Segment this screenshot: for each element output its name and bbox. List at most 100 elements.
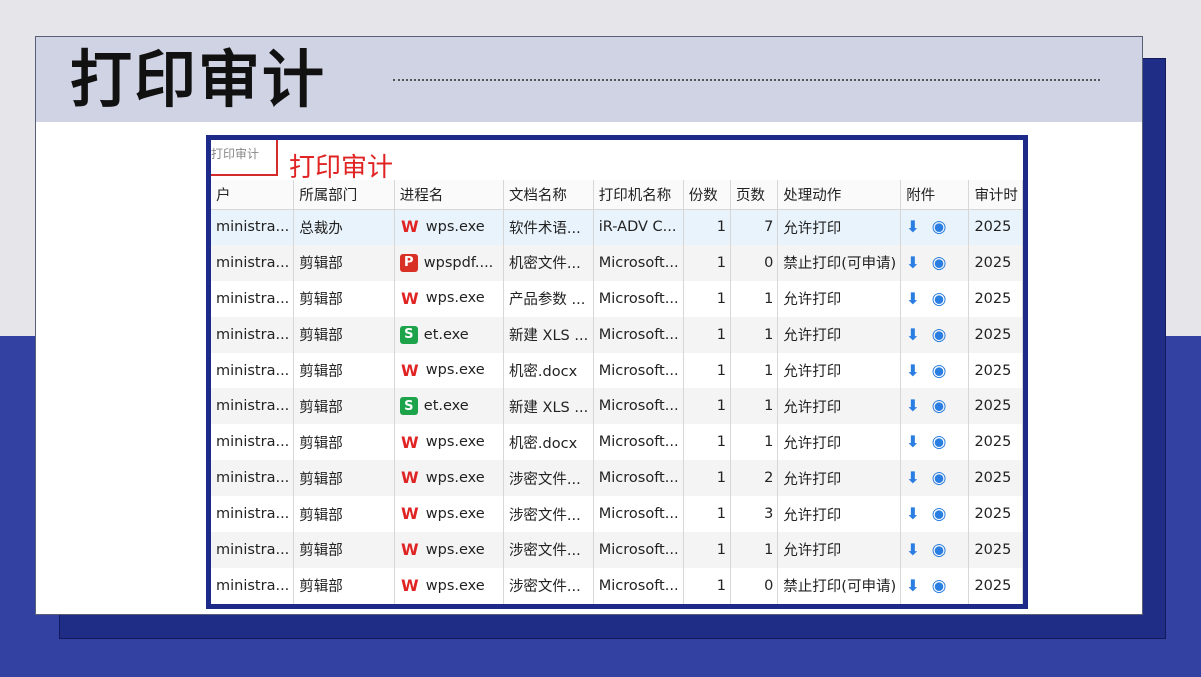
eye-icon[interactable]: ◉ xyxy=(932,576,947,596)
cell-attachment: ⬇ ◉ xyxy=(900,388,970,425)
download-icon[interactable]: ⬇ xyxy=(906,217,919,236)
download-icon[interactable]: ⬇ xyxy=(906,468,919,487)
cell-printer: iR-ADV C... xyxy=(593,209,684,245)
cell-process: Wwps.exe xyxy=(394,567,504,604)
download-icon[interactable]: ⬇ xyxy=(906,325,919,344)
et-icon: S xyxy=(399,397,418,416)
cell-dept: 剪辑部 xyxy=(293,532,395,568)
cell-time: 2025 xyxy=(968,316,1023,353)
wps-icon: W xyxy=(400,288,419,308)
cell-process: Wwps.exe xyxy=(394,460,504,497)
cell-dept: 总裁办 xyxy=(293,209,395,245)
cell-user: ministra... xyxy=(211,316,295,353)
column-header-copies[interactable]: 份数 xyxy=(683,180,732,210)
column-header-dept[interactable]: 所属部门 xyxy=(293,180,395,210)
cell-printer: Microsoft... xyxy=(593,316,684,353)
table-row[interactable]: ministra... 剪辑部 Wwps.exe 涉密文件... Microsoft..… xyxy=(211,496,1023,533)
cell-action: 允许打印 xyxy=(777,316,902,353)
process-name: wps.exe xyxy=(425,469,485,486)
table-row[interactable]: ministra... 剪辑部 Wwps.exe 涉密文件... Microsoft..… xyxy=(211,532,1023,568)
cell-pages: 1 xyxy=(730,280,779,317)
et-icon: S xyxy=(399,325,418,344)
cell-pages: 1 xyxy=(730,424,779,461)
download-icon[interactable]: ⬇ xyxy=(906,253,919,272)
eye-icon[interactable]: ◉ xyxy=(932,432,947,452)
table-row[interactable]: ministra... 剪辑部 Pwpspdf.... 机密文件... Microsof… xyxy=(211,244,1023,281)
eye-icon[interactable]: ◉ xyxy=(932,253,947,273)
cell-action: 禁止打印(可申请) xyxy=(777,244,902,281)
eye-icon[interactable]: ◉ xyxy=(932,396,947,416)
cell-process: Wwps.exe xyxy=(394,280,504,317)
column-header-attachment[interactable]: 附件 xyxy=(900,180,970,210)
cell-dept: 剪辑部 xyxy=(293,316,395,353)
cell-dept: 剪辑部 xyxy=(293,424,395,461)
cell-dept: 剪辑部 xyxy=(293,244,395,281)
wps-icon: W xyxy=(400,576,419,596)
eye-icon[interactable]: ◉ xyxy=(932,217,947,237)
tab-print-audit[interactable]: 打印审计 xyxy=(211,140,278,176)
table-row[interactable]: ministra... 剪辑部 Set.exe 新建 XLS ... Microsoft… xyxy=(211,316,1023,353)
eye-icon[interactable]: ◉ xyxy=(932,361,947,381)
download-icon[interactable]: ⬇ xyxy=(906,432,919,451)
pdf-icon: P xyxy=(399,253,418,272)
table-row[interactable]: ministra... 剪辑部 Wwps.exe 涉密文件... Microsoft..… xyxy=(211,567,1023,604)
process-name: wps.exe xyxy=(425,505,485,522)
eye-icon[interactable]: ◉ xyxy=(932,325,947,345)
column-header-user[interactable]: 户 xyxy=(211,180,295,210)
process-name: wpspdf.... xyxy=(423,254,494,271)
cell-copies: 1 xyxy=(683,209,732,245)
slide-card: 打印审计 打印审计 打印审计 户 所属部门 进程名 文档名称 打印机名称 份数 xyxy=(35,36,1143,615)
download-icon[interactable]: ⬇ xyxy=(906,361,919,380)
cell-time: 2025 xyxy=(968,567,1023,604)
eye-icon[interactable]: ◉ xyxy=(932,540,947,560)
cell-pages: 3 xyxy=(730,496,779,533)
table-row[interactable]: ministra... 剪辑部 Set.exe 新建 XLS ... Microsoft… xyxy=(211,388,1023,425)
cell-document: 产品参数 ... xyxy=(503,280,594,317)
cell-action: 允许打印 xyxy=(777,352,902,389)
process-name: wps.exe xyxy=(425,290,485,307)
cell-dept: 剪辑部 xyxy=(293,496,395,533)
process-name: wps.exe xyxy=(425,362,485,379)
cell-user: ministra... xyxy=(211,567,295,604)
cell-process: Set.exe xyxy=(394,388,504,425)
eye-icon[interactable]: ◉ xyxy=(932,468,947,488)
column-header-action[interactable]: 处理动作 xyxy=(777,180,902,210)
column-header-printer[interactable]: 打印机名称 xyxy=(593,180,684,210)
download-icon[interactable]: ⬇ xyxy=(906,576,919,595)
eye-icon[interactable]: ◉ xyxy=(932,289,947,309)
table-row[interactable]: ministra... 总裁办 Wwps.exe 软件术语... iR-ADV C...… xyxy=(211,209,1023,245)
cell-pages: 2 xyxy=(730,460,779,497)
cell-time: 2025 xyxy=(968,280,1023,317)
cell-action: 允许打印 xyxy=(777,532,902,568)
cell-document: 机密.docx xyxy=(503,424,594,461)
cell-time: 2025 xyxy=(968,424,1023,461)
cell-pages: 0 xyxy=(730,567,779,604)
cell-copies: 1 xyxy=(683,496,732,533)
cell-document: 涉密文件... xyxy=(503,567,594,604)
download-icon[interactable]: ⬇ xyxy=(906,289,919,308)
process-name: et.exe xyxy=(423,326,469,343)
cell-action: 允许打印 xyxy=(777,460,902,497)
table-row[interactable]: ministra... 剪辑部 Wwps.exe 机密.docx Microsoft..… xyxy=(211,352,1023,389)
column-header-document[interactable]: 文档名称 xyxy=(503,180,594,210)
table-row[interactable]: ministra... 剪辑部 Wwps.exe 机密.docx Microsoft..… xyxy=(211,424,1023,461)
cell-process: Wwps.exe xyxy=(394,424,504,461)
download-icon[interactable]: ⬇ xyxy=(906,540,919,559)
tab-label: 打印审计 xyxy=(211,147,260,161)
cell-action: 允许打印 xyxy=(777,424,902,461)
download-icon[interactable]: ⬇ xyxy=(906,504,919,523)
table-row[interactable]: ministra... 剪辑部 Wwps.exe 涉密文件... Microsoft..… xyxy=(211,460,1023,497)
column-header-process[interactable]: 进程名 xyxy=(394,180,504,210)
cell-copies: 1 xyxy=(683,532,732,568)
cell-document: 新建 XLS ... xyxy=(503,316,594,353)
column-header-pages[interactable]: 页数 xyxy=(730,180,779,210)
cell-process: Wwps.exe xyxy=(394,496,504,533)
column-header-time[interactable]: 审计时 xyxy=(968,180,1023,210)
download-icon[interactable]: ⬇ xyxy=(906,396,919,415)
wps-icon: W xyxy=(400,360,419,380)
table-row[interactable]: ministra... 剪辑部 Wwps.exe 产品参数 ... Microsoft.… xyxy=(211,280,1023,317)
process-name: wps.exe xyxy=(425,434,485,451)
eye-icon[interactable]: ◉ xyxy=(932,504,947,524)
cell-time: 2025 xyxy=(968,532,1023,568)
cell-printer: Microsoft... xyxy=(593,244,684,281)
